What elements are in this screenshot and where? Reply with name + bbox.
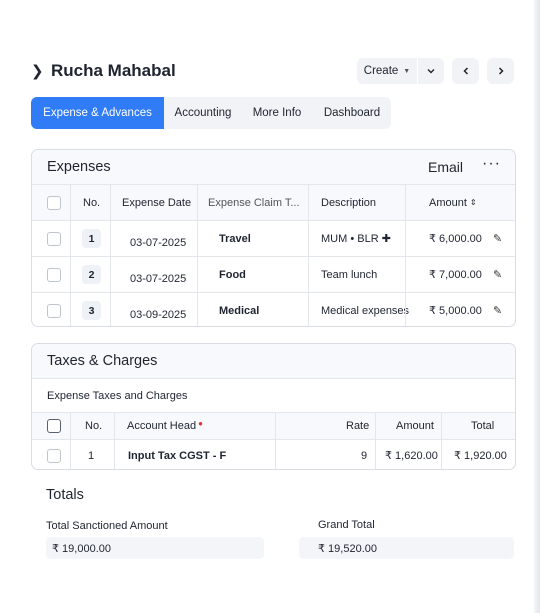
create-button[interactable]: Create ▼ (357, 58, 417, 84)
col-amount-label: Amount (429, 196, 467, 209)
row-amount[interactable]: ₹ 1,620.00 (385, 440, 438, 469)
tab-dashboard[interactable]: Dashboard (314, 97, 390, 129)
row-checkbox[interactable] (47, 267, 61, 282)
chevron-down-icon (427, 69, 435, 74)
page-header: ❯ Rucha Mahabal Create ▼ (31, 58, 515, 86)
col-amount: Amount (396, 420, 434, 432)
select-all-checkbox[interactable] (47, 195, 61, 210)
row-description[interactable]: Team lunch (321, 257, 377, 292)
col-account-head-label: Account Head (127, 420, 197, 432)
row-number: 3 (82, 301, 101, 320)
grand-total-label: Grand Total (318, 519, 375, 531)
taxes-header: Taxes & Charges (32, 344, 515, 379)
row-number: 2 (82, 265, 101, 284)
col-expense-claim-type: Expense Claim T... (208, 196, 300, 209)
table-row[interactable]: 3 03-09-2025 Medical Medical expenses ₹ … (32, 293, 515, 326)
row-rate[interactable]: 9 (361, 440, 367, 469)
row-number: 1 (82, 229, 101, 248)
edit-pencil-icon[interactable]: ✎ (493, 268, 502, 281)
taxes-charges-card: Taxes & Charges Expense Taxes and Charge… (31, 343, 516, 470)
next-record-button[interactable] (487, 58, 514, 84)
tab-bar: Expense & Advances Accounting More Info … (31, 97, 391, 129)
create-dropdown-button[interactable] (418, 58, 444, 84)
page-title: Rucha Mahabal (51, 61, 176, 80)
taxes-subheader: Expense Taxes and Charges (32, 379, 515, 413)
select-all-checkbox[interactable] (47, 419, 61, 433)
row-expense-date[interactable]: 03-09-2025 (130, 297, 186, 326)
col-total: Total (471, 420, 495, 432)
table-row[interactable]: 2 03-07-2025 Food Team lunch ₹ 7,000.00 … (32, 257, 515, 293)
create-label: Create (363, 65, 399, 77)
row-expense-date[interactable]: 03-07-2025 (130, 225, 186, 260)
caret-down-icon: ▼ (403, 67, 411, 75)
row-claim-type[interactable]: Food (219, 257, 246, 292)
col-rate: Rate (346, 420, 370, 432)
col-expense-date: Expense Date (122, 196, 192, 209)
col-no: No. (83, 196, 101, 209)
expenses-table-header: No. Expense Date Expense Claim T... Desc… (32, 185, 515, 221)
tab-more-info[interactable]: More Info (242, 97, 312, 129)
sort-icon: ⇕ (469, 198, 477, 207)
row-amount[interactable]: ₹ 6,000.00 (429, 221, 482, 256)
row-checkbox[interactable] (47, 231, 61, 246)
col-amount[interactable]: Amount ⇕ (429, 185, 477, 220)
row-account-head[interactable]: Input Tax CGST - F (128, 440, 226, 469)
row-claim-type[interactable]: Travel (219, 221, 251, 256)
row-expense-date[interactable]: 03-07-2025 (130, 261, 186, 296)
more-options-icon[interactable]: ··· (482, 155, 501, 173)
chevron-right-icon[interactable]: ❯ (31, 62, 44, 80)
row-amount[interactable]: ₹ 7,000.00 (429, 257, 482, 292)
expenses-header: Expenses Email ··· (32, 150, 515, 185)
row-checkbox[interactable] (47, 448, 61, 463)
expenses-title: Expenses (47, 159, 111, 175)
row-description[interactable]: Medical expenses (321, 293, 409, 326)
taxes-subtitle: Expense Taxes and Charges (47, 390, 188, 402)
chevron-right-icon (498, 67, 504, 75)
row-number: 1 (88, 449, 95, 462)
row-amount[interactable]: ₹ 5,000.00 (429, 293, 482, 326)
col-no: No. (85, 420, 103, 432)
chevron-left-icon (462, 67, 468, 75)
col-description: Description (321, 196, 377, 209)
tab-accounting[interactable]: Accounting (166, 97, 240, 129)
taxes-table-header: No. Account Head ● Rate Amount Total (32, 413, 515, 440)
table-row[interactable]: 1 03-07-2025 Travel MUM • BLR ✚ ₹ 6,000.… (32, 221, 515, 257)
total-sanctioned-field[interactable]: ₹ 19,000.00 (46, 537, 264, 559)
edit-pencil-icon[interactable]: ✎ (493, 304, 502, 317)
row-total[interactable]: ₹ 1,920.00 (454, 440, 507, 469)
window-edge (534, 0, 540, 613)
tab-expense-advances[interactable]: Expense & Advances (31, 97, 164, 129)
row-description[interactable]: MUM • BLR ✚ (321, 221, 391, 256)
expenses-card: Expenses Email ··· No. Expense Date Expe… (31, 149, 516, 327)
required-marker: ● (198, 418, 203, 428)
total-sanctioned-label: Total Sanctioned Amount (46, 520, 168, 532)
taxes-title: Taxes & Charges (47, 353, 158, 369)
grand-total-field[interactable]: ₹ 19,520.00 (299, 537, 514, 559)
row-checkbox[interactable] (47, 303, 61, 318)
email-button[interactable]: Email (428, 159, 463, 175)
edit-pencil-icon[interactable]: ✎ (493, 232, 502, 245)
table-row[interactable]: 1 Input Tax CGST - F 9 ₹ 1,620.00 ₹ 1,92… (32, 440, 515, 469)
row-claim-type[interactable]: Medical (219, 293, 259, 326)
col-account-head: Account Head ● (127, 413, 203, 439)
totals-title: Totals (46, 487, 84, 503)
previous-record-button[interactable] (452, 58, 479, 84)
